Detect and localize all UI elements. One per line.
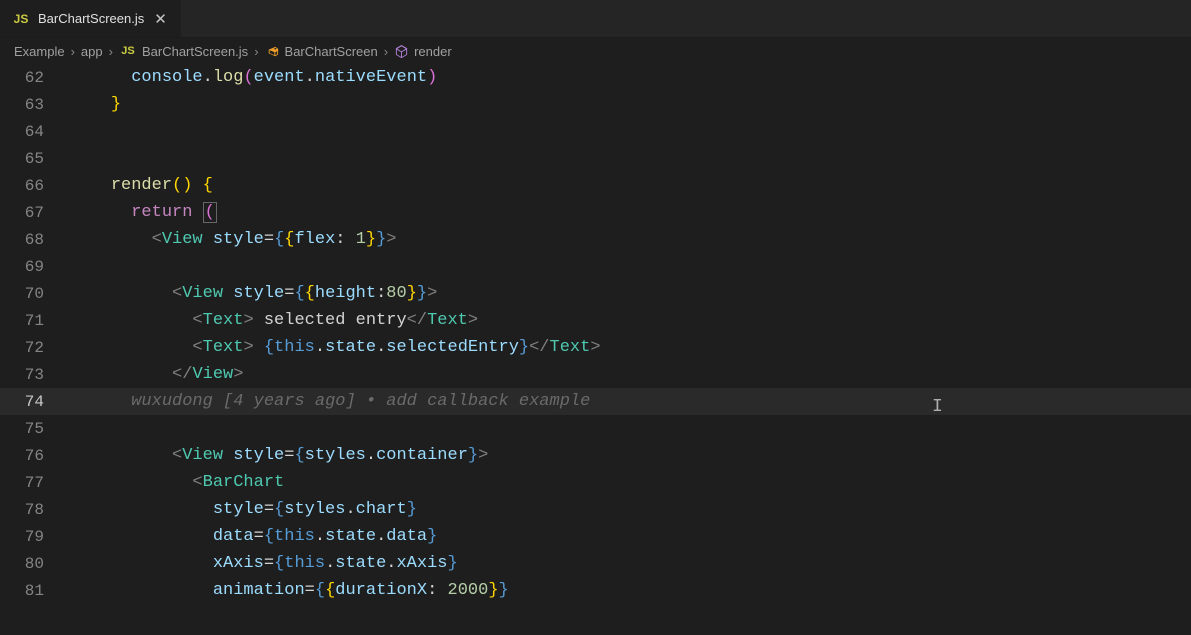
code-line[interactable]: 62 console.log(event.nativeEvent) <box>0 64 1191 91</box>
line-number: 78 <box>0 501 70 519</box>
breadcrumb-label: BarChartScreen.js <box>142 44 248 59</box>
code-line[interactable]: 65 <box>0 145 1191 172</box>
code-line[interactable]: 75 <box>0 415 1191 442</box>
js-file-icon: JS <box>12 12 30 26</box>
code-line[interactable]: 81 animation={{durationX: 2000}} <box>0 577 1191 604</box>
line-number: 80 <box>0 555 70 573</box>
line-number: 77 <box>0 474 70 492</box>
line-number: 62 <box>0 69 70 87</box>
line-number: 66 <box>0 177 70 195</box>
code-line[interactable]: 70 <View style={{height:80}}> <box>0 280 1191 307</box>
breadcrumb: Example › app › JS BarChartScreen.js › B… <box>0 38 1191 64</box>
line-number: 63 <box>0 96 70 114</box>
line-number: 69 <box>0 258 70 276</box>
editor-view[interactable]: 62 console.log(event.nativeEvent) 63 } 6… <box>0 64 1191 604</box>
breadcrumb-item[interactable]: render <box>394 44 452 59</box>
breadcrumb-item[interactable]: BarChartScreen <box>265 44 378 59</box>
code-line[interactable]: 71 <Text> selected entry</Text> <box>0 307 1191 334</box>
code-line[interactable]: 76 <View style={styles.container}> <box>0 442 1191 469</box>
git-blame-annotation: wuxudong [4 years ago] • add callback ex… <box>131 392 590 411</box>
code-line[interactable]: 73 </View> <box>0 361 1191 388</box>
code-line-active[interactable]: 74 wuxudong [4 years ago] • add callback… <box>0 388 1191 415</box>
code-line[interactable]: 64 <box>0 118 1191 145</box>
code-line[interactable]: 80 xAxis={this.state.xAxis} <box>0 550 1191 577</box>
line-number: 72 <box>0 339 70 357</box>
code-line[interactable]: 68 <View style={{flex: 1}}> <box>0 226 1191 253</box>
line-number: 81 <box>0 582 70 600</box>
code-line[interactable]: 67 return ( <box>0 199 1191 226</box>
breadcrumb-item[interactable]: app <box>81 44 103 59</box>
line-number: 68 <box>0 231 70 249</box>
tab-active[interactable]: JS BarChartScreen.js ✕ <box>0 0 182 37</box>
chevron-right-icon: › <box>384 44 388 59</box>
line-number: 79 <box>0 528 70 546</box>
code-line[interactable]: 78 style={styles.chart} <box>0 496 1191 523</box>
code-line[interactable]: 77 <BarChart <box>0 469 1191 496</box>
chevron-right-icon: › <box>71 44 75 59</box>
line-number: 73 <box>0 366 70 384</box>
breadcrumb-item[interactable]: Example <box>14 44 65 59</box>
code-line[interactable]: 72 <Text> {this.state.selectedEntry}</Te… <box>0 334 1191 361</box>
code-line[interactable]: 66 render() { <box>0 172 1191 199</box>
line-number: 76 <box>0 447 70 465</box>
code-line[interactable]: 63 } <box>0 91 1191 118</box>
line-number: 67 <box>0 204 70 222</box>
breadcrumb-item[interactable]: JS BarChartScreen.js <box>119 44 248 59</box>
code-line[interactable]: 79 data={this.state.data} <box>0 523 1191 550</box>
chevron-right-icon: › <box>109 44 113 59</box>
breadcrumb-label: render <box>414 44 452 59</box>
code-line[interactable]: 69 <box>0 253 1191 280</box>
breadcrumb-label: BarChartScreen <box>285 44 378 59</box>
tab-filename: BarChartScreen.js <box>38 11 144 26</box>
line-number: 71 <box>0 312 70 330</box>
close-icon[interactable]: ✕ <box>152 8 169 30</box>
line-number: 74 <box>0 393 70 411</box>
line-number: 64 <box>0 123 70 141</box>
line-number: 75 <box>0 420 70 438</box>
chevron-right-icon: › <box>254 44 258 59</box>
line-number: 65 <box>0 150 70 168</box>
js-file-icon: JS <box>119 45 137 57</box>
class-icon <box>265 44 280 59</box>
method-icon <box>394 44 409 59</box>
tab-bar: JS BarChartScreen.js ✕ <box>0 0 1191 38</box>
line-number: 70 <box>0 285 70 303</box>
